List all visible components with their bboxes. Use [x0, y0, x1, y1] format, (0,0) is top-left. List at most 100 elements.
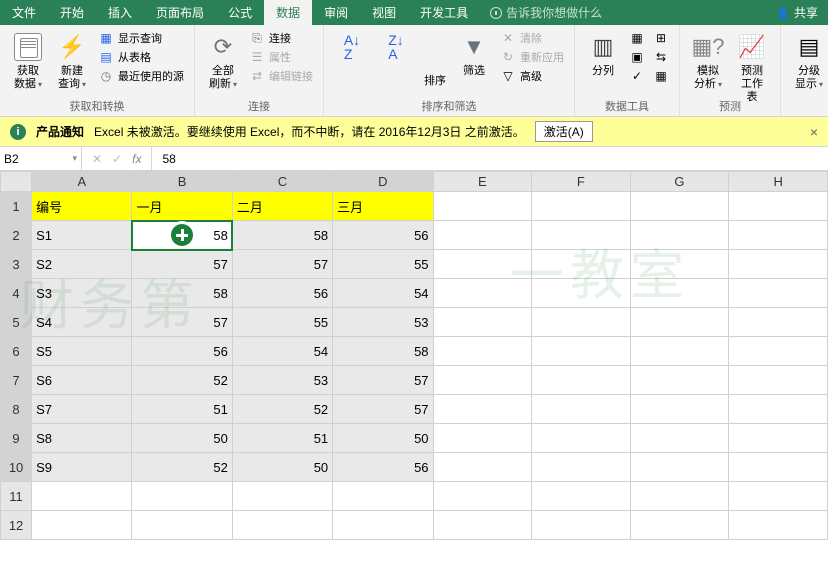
menu-tab-3[interactable]: 页面布局: [144, 0, 216, 25]
col-header[interactable]: F: [532, 172, 630, 192]
formula-input[interactable]: [152, 147, 828, 170]
cell[interactable]: [630, 366, 729, 395]
cell[interactable]: [532, 192, 630, 221]
menu-tab-2[interactable]: 插入: [96, 0, 144, 25]
cell[interactable]: S3: [32, 279, 132, 308]
cell[interactable]: [729, 192, 828, 221]
sort-az-button[interactable]: A↓Z: [332, 29, 372, 65]
cell[interactable]: [630, 482, 729, 511]
cell[interactable]: 54: [232, 337, 332, 366]
confirm-icon[interactable]: ✓: [112, 152, 122, 166]
col-header[interactable]: C: [232, 172, 332, 192]
cell[interactable]: [333, 511, 433, 540]
cell[interactable]: [433, 395, 532, 424]
cell[interactable]: [433, 424, 532, 453]
cell[interactable]: [532, 453, 630, 482]
clear-filter-button[interactable]: ✕清除: [498, 29, 566, 47]
whatif-button[interactable]: ▦? 模拟分析: [688, 29, 728, 93]
cell[interactable]: [532, 511, 630, 540]
cell[interactable]: [729, 221, 828, 250]
col-header[interactable]: A: [32, 172, 132, 192]
cell[interactable]: [630, 337, 729, 366]
cell[interactable]: [630, 453, 729, 482]
menu-tab-6[interactable]: 审阅: [312, 0, 360, 25]
row-header[interactable]: 1: [1, 192, 32, 221]
row-header[interactable]: 2: [1, 221, 32, 250]
data-valid-button[interactable]: ✓: [627, 67, 647, 85]
col-header[interactable]: H: [729, 172, 828, 192]
cell[interactable]: [729, 424, 828, 453]
cell[interactable]: 57: [333, 366, 433, 395]
menu-tab-8[interactable]: 开发工具: [408, 0, 480, 25]
show-queries-button[interactable]: ▦显示查询: [96, 29, 186, 47]
cell[interactable]: 58: [132, 221, 232, 250]
cell[interactable]: [532, 308, 630, 337]
cell[interactable]: [433, 250, 532, 279]
sort-button[interactable]: 排序: [420, 29, 450, 90]
cell[interactable]: [433, 221, 532, 250]
row-header[interactable]: 5: [1, 308, 32, 337]
cell[interactable]: 52: [132, 453, 232, 482]
cell[interactable]: [532, 424, 630, 453]
connections-button[interactable]: ⎘连接: [247, 29, 315, 47]
cell[interactable]: [630, 250, 729, 279]
cell[interactable]: 52: [232, 395, 332, 424]
row-header[interactable]: 7: [1, 366, 32, 395]
cell[interactable]: [630, 424, 729, 453]
cell[interactable]: S4: [32, 308, 132, 337]
filter-button[interactable]: ▼ 筛选: [454, 29, 494, 80]
cell[interactable]: S9: [32, 453, 132, 482]
spreadsheet-grid[interactable]: 财务第 一教室 ABCDEFGH1编号一月二月三月2S15858563S2575…: [0, 171, 828, 540]
cell[interactable]: [433, 279, 532, 308]
row-header[interactable]: 4: [1, 279, 32, 308]
cell[interactable]: 50: [232, 453, 332, 482]
col-header[interactable]: D: [333, 172, 433, 192]
cell[interactable]: [532, 221, 630, 250]
refresh-all-button[interactable]: ⟳ 全部刷新: [203, 29, 243, 93]
cell[interactable]: [433, 337, 532, 366]
cell[interactable]: 58: [333, 337, 433, 366]
get-data-button[interactable]: 获取 数据: [8, 29, 48, 93]
menu-tab-4[interactable]: 公式: [216, 0, 264, 25]
cell[interactable]: [532, 366, 630, 395]
cell[interactable]: S7: [32, 395, 132, 424]
recent-sources-button[interactable]: ◷最近使用的源: [96, 67, 186, 85]
cell[interactable]: 51: [132, 395, 232, 424]
share-button[interactable]: 共享: [776, 0, 818, 25]
cell[interactable]: [433, 482, 532, 511]
row-header[interactable]: 3: [1, 250, 32, 279]
manage-model-button[interactable]: ▦: [651, 67, 671, 85]
cell[interactable]: 56: [333, 453, 433, 482]
menu-tab-1[interactable]: 开始: [48, 0, 96, 25]
cell[interactable]: 56: [232, 279, 332, 308]
forecast-button[interactable]: 📈 预测 工作表: [732, 29, 772, 107]
cell[interactable]: [729, 482, 828, 511]
cell[interactable]: [32, 482, 132, 511]
cell[interactable]: [132, 482, 232, 511]
consolidate-button[interactable]: ⊞: [651, 29, 671, 47]
cancel-icon[interactable]: ✕: [92, 152, 102, 166]
cell[interactable]: [729, 279, 828, 308]
cell[interactable]: [729, 337, 828, 366]
cell[interactable]: 52: [132, 366, 232, 395]
cell[interactable]: [433, 192, 532, 221]
cell[interactable]: [532, 250, 630, 279]
cell[interactable]: S2: [32, 250, 132, 279]
cell[interactable]: [630, 395, 729, 424]
cell[interactable]: 53: [333, 308, 433, 337]
col-header[interactable]: E: [433, 172, 532, 192]
sort-za-button[interactable]: Z↓A: [376, 29, 416, 65]
row-header[interactable]: 11: [1, 482, 32, 511]
from-table-button[interactable]: ▤从表格: [96, 48, 186, 66]
cell[interactable]: [630, 279, 729, 308]
cell[interactable]: [433, 366, 532, 395]
cell[interactable]: [729, 250, 828, 279]
select-all-corner[interactable]: [1, 172, 32, 192]
cell[interactable]: 56: [333, 221, 433, 250]
cell[interactable]: 57: [333, 395, 433, 424]
menu-tab-5[interactable]: 数据: [264, 0, 312, 25]
outline-button[interactable]: ▤ 分级显示: [789, 29, 828, 93]
cell[interactable]: 二月: [232, 192, 332, 221]
cell[interactable]: [630, 308, 729, 337]
cell[interactable]: [532, 482, 630, 511]
